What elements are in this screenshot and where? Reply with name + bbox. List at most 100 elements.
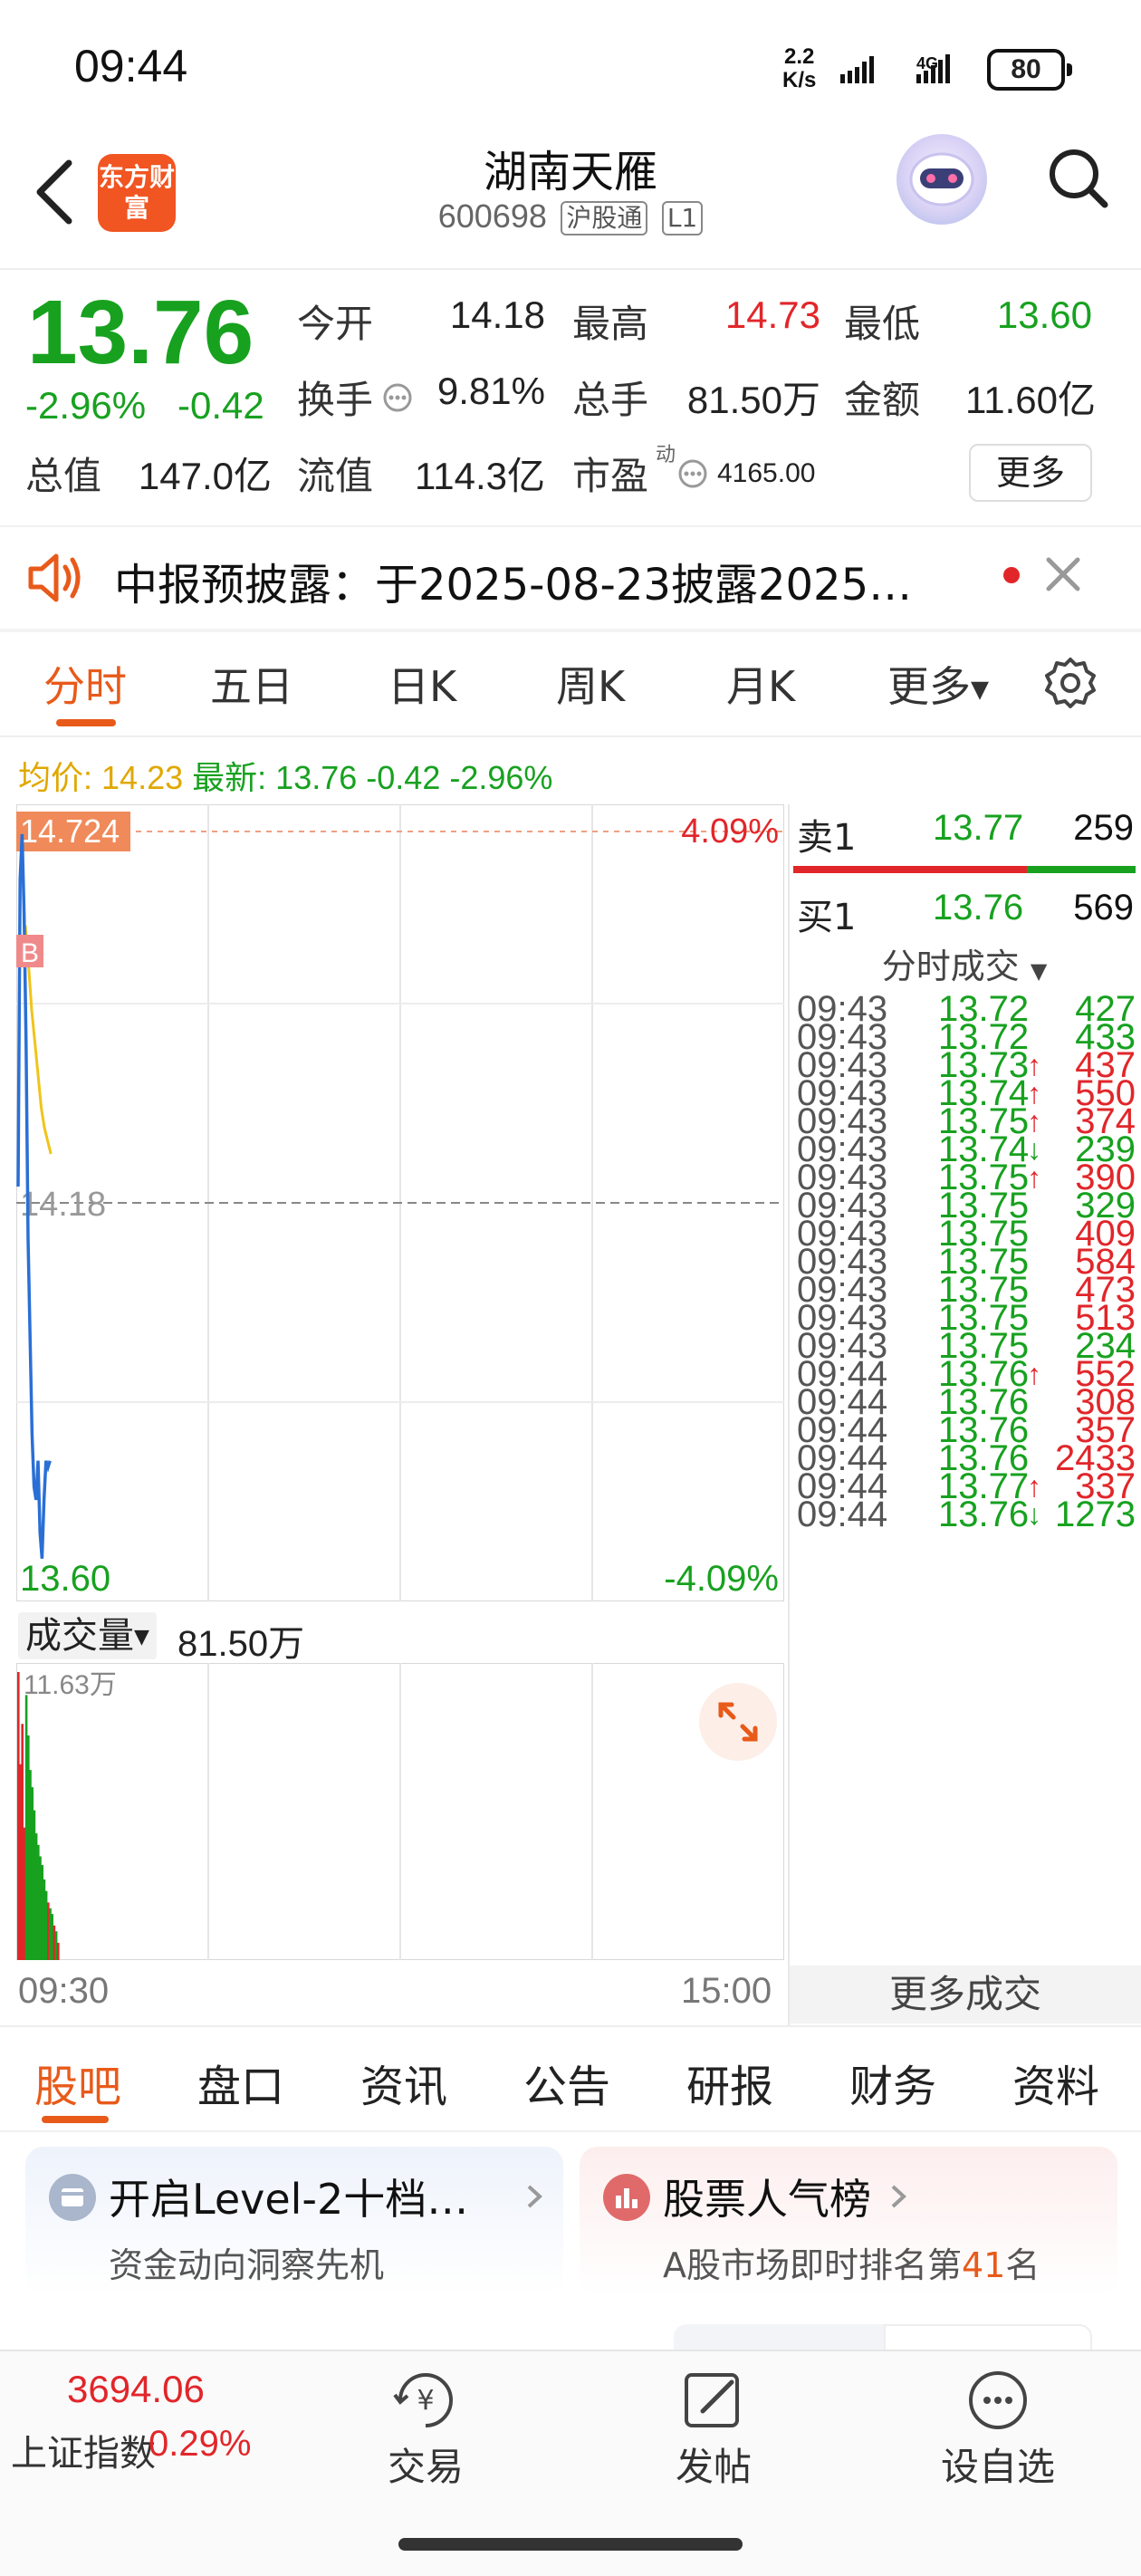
volume-selector[interactable]: 成交量▼ — [18, 1612, 157, 1659]
chevron-right-icon — [891, 2185, 906, 2208]
sell1-label: 卖1 — [797, 817, 857, 859]
avg-label: 均价: — [18, 759, 93, 796]
notice-text[interactable]: 中报预披露：于2025-08-23披露2025… — [114, 549, 983, 612]
latest-pct: -2.96% — [449, 759, 553, 796]
tab-order-depth[interactable]: 盘口 — [197, 2051, 284, 2114]
turnover-label: 换手 — [297, 378, 374, 422]
connect-tag: 沪股通 — [561, 201, 648, 235]
search-icon[interactable] — [1047, 147, 1110, 210]
high-value: 14.73 — [724, 293, 820, 336]
gear-icon[interactable] — [1043, 656, 1098, 710]
svg-text:¥: ¥ — [417, 2385, 434, 2417]
back-arrow-icon[interactable] — [29, 156, 83, 228]
level2-icon — [49, 2174, 96, 2221]
pe-value: 4165.00 — [717, 458, 816, 488]
time-axis-end: 15:00 — [681, 1971, 772, 2011]
tab-daily-k[interactable]: 日K — [388, 654, 456, 714]
signal-icon: 4G — [840, 54, 950, 83]
chart-low-label: 13.60 — [20, 1559, 110, 1599]
post-label[interactable]: 发帖 — [659, 2437, 768, 2492]
net-speed-value: 2.2 — [783, 44, 815, 69]
home-indicator[interactable] — [398, 2538, 743, 2551]
intraday-price-chart[interactable]: 14.724 4.09% 14.18 13.60 -4.09% B — [16, 804, 784, 1601]
tab-more[interactable]: 更多▼ — [887, 654, 989, 714]
index-change-pct[interactable]: 0.29% — [149, 2424, 251, 2465]
tab-news[interactable]: 资讯 — [360, 2051, 447, 2114]
tab-intraday[interactable]: 分时 — [43, 654, 127, 714]
trade-direction-icon: ↓ — [1027, 1498, 1041, 1531]
trade-row: 09:44 13.76 ↓ 1273 — [797, 1495, 1136, 1545]
volume-bar — [57, 1942, 60, 1960]
tab-weekly-k[interactable]: 周K — [556, 654, 625, 714]
next-card-peek — [674, 2324, 884, 2351]
bottom-tab-underline — [42, 2116, 109, 2123]
sell1-volume: 259 — [1073, 808, 1134, 848]
tab-announcements[interactable]: 公告 — [523, 2051, 610, 2114]
amount-value: 11.60亿 — [965, 379, 1096, 421]
low-value: 13.60 — [996, 293, 1092, 336]
trades-header-label: 分时成交 — [881, 947, 1020, 986]
pe-info-icon[interactable] — [677, 458, 708, 489]
chart-high-pct: 4.09% — [681, 812, 779, 851]
rank-chart-icon — [603, 2174, 650, 2221]
turnover-value: 9.81% — [436, 370, 545, 412]
chevron-down-icon: ▼ — [1030, 958, 1048, 984]
level2-subtitle: 资金动向洞察先机 — [109, 2245, 385, 2285]
volume-selector-label: 成交量 — [25, 1615, 134, 1657]
add-watchlist-icon[interactable] — [964, 2366, 1032, 2435]
rank-subtitle: A股市场即时排名第41名 — [663, 2237, 1040, 2287]
trade-yuan-icon[interactable]: ¥ — [391, 2366, 460, 2435]
tab-monthly-k[interactable]: 月K — [726, 654, 795, 714]
info-icon[interactable] — [382, 382, 413, 413]
header-divider — [0, 268, 1141, 270]
trade-time: 09:44 — [797, 1495, 888, 1534]
tab-profile[interactable]: 资料 — [1012, 2051, 1099, 2114]
tab-five-day[interactable]: 五日 — [210, 654, 293, 714]
sell-pressure-bar — [793, 866, 1027, 873]
next-card-peek — [884, 2324, 1092, 2351]
volume-label: 总手 — [572, 378, 649, 422]
stock-code: 600698 — [437, 197, 547, 235]
pe-label: 市盈 — [572, 454, 649, 498]
volume-chart[interactable]: 11.63万 — [16, 1663, 784, 1960]
assistant-robot-icon[interactable] — [896, 134, 987, 225]
index-value[interactable]: 3694.06 — [67, 2368, 205, 2411]
bottom-tabs-divider — [0, 2025, 1141, 2027]
level2-title: 开启Level-2十档… — [109, 2175, 469, 2224]
low-label: 最低 — [844, 302, 921, 346]
close-icon[interactable] — [1043, 554, 1083, 594]
chart-low-pct: -4.09% — [664, 1559, 779, 1599]
chevron-right-icon — [527, 2185, 542, 2208]
latest-label: 最新: — [192, 759, 267, 796]
open-value: 14.18 — [449, 293, 545, 336]
trades-header[interactable]: 分时成交 ▼ — [788, 938, 1141, 988]
more-quote-button[interactable]: 更多 — [969, 444, 1092, 502]
bottom-tabs-divider-lower — [0, 2130, 1141, 2132]
chart-high-label: 14.724 — [20, 812, 120, 850]
status-time: 09:44 — [74, 41, 188, 91]
rank-sub-suffix: 名 — [1005, 2245, 1040, 2285]
float-value: 114.3亿 — [415, 455, 545, 497]
speaker-icon — [28, 553, 81, 602]
more-trades-button[interactable]: 更多成交 — [790, 1966, 1141, 2023]
time-axis-start: 09:30 — [18, 1971, 110, 2011]
tab-research[interactable]: 研报 — [686, 2051, 773, 2114]
expand-chart-button[interactable] — [699, 1683, 777, 1761]
trade-label[interactable]: 交易 — [371, 2437, 480, 2492]
stock-name: 湖南天雁 — [483, 147, 657, 197]
post-edit-icon[interactable] — [679, 2366, 748, 2435]
buy1-volume: 569 — [1073, 888, 1134, 928]
latest-value: 13.76 — [275, 759, 358, 796]
net-speed: 2.2 K/s — [782, 45, 816, 92]
notice-divider — [0, 629, 1141, 632]
chevron-down-icon: ▼ — [971, 676, 989, 704]
rank-number: 41 — [962, 2245, 1006, 2285]
index-name[interactable]: 上证指数 — [11, 2424, 156, 2476]
tab-financials[interactable]: 财务 — [849, 2051, 936, 2114]
tab-active-underline — [56, 719, 116, 726]
buy1-label: 买1 — [797, 897, 857, 938]
tab-more-label: 更多 — [887, 662, 971, 711]
watchlist-label[interactable]: 设自选 — [935, 2437, 1061, 2492]
open-label: 今开 — [297, 302, 374, 346]
tab-forum[interactable]: 股吧 — [34, 2051, 121, 2114]
